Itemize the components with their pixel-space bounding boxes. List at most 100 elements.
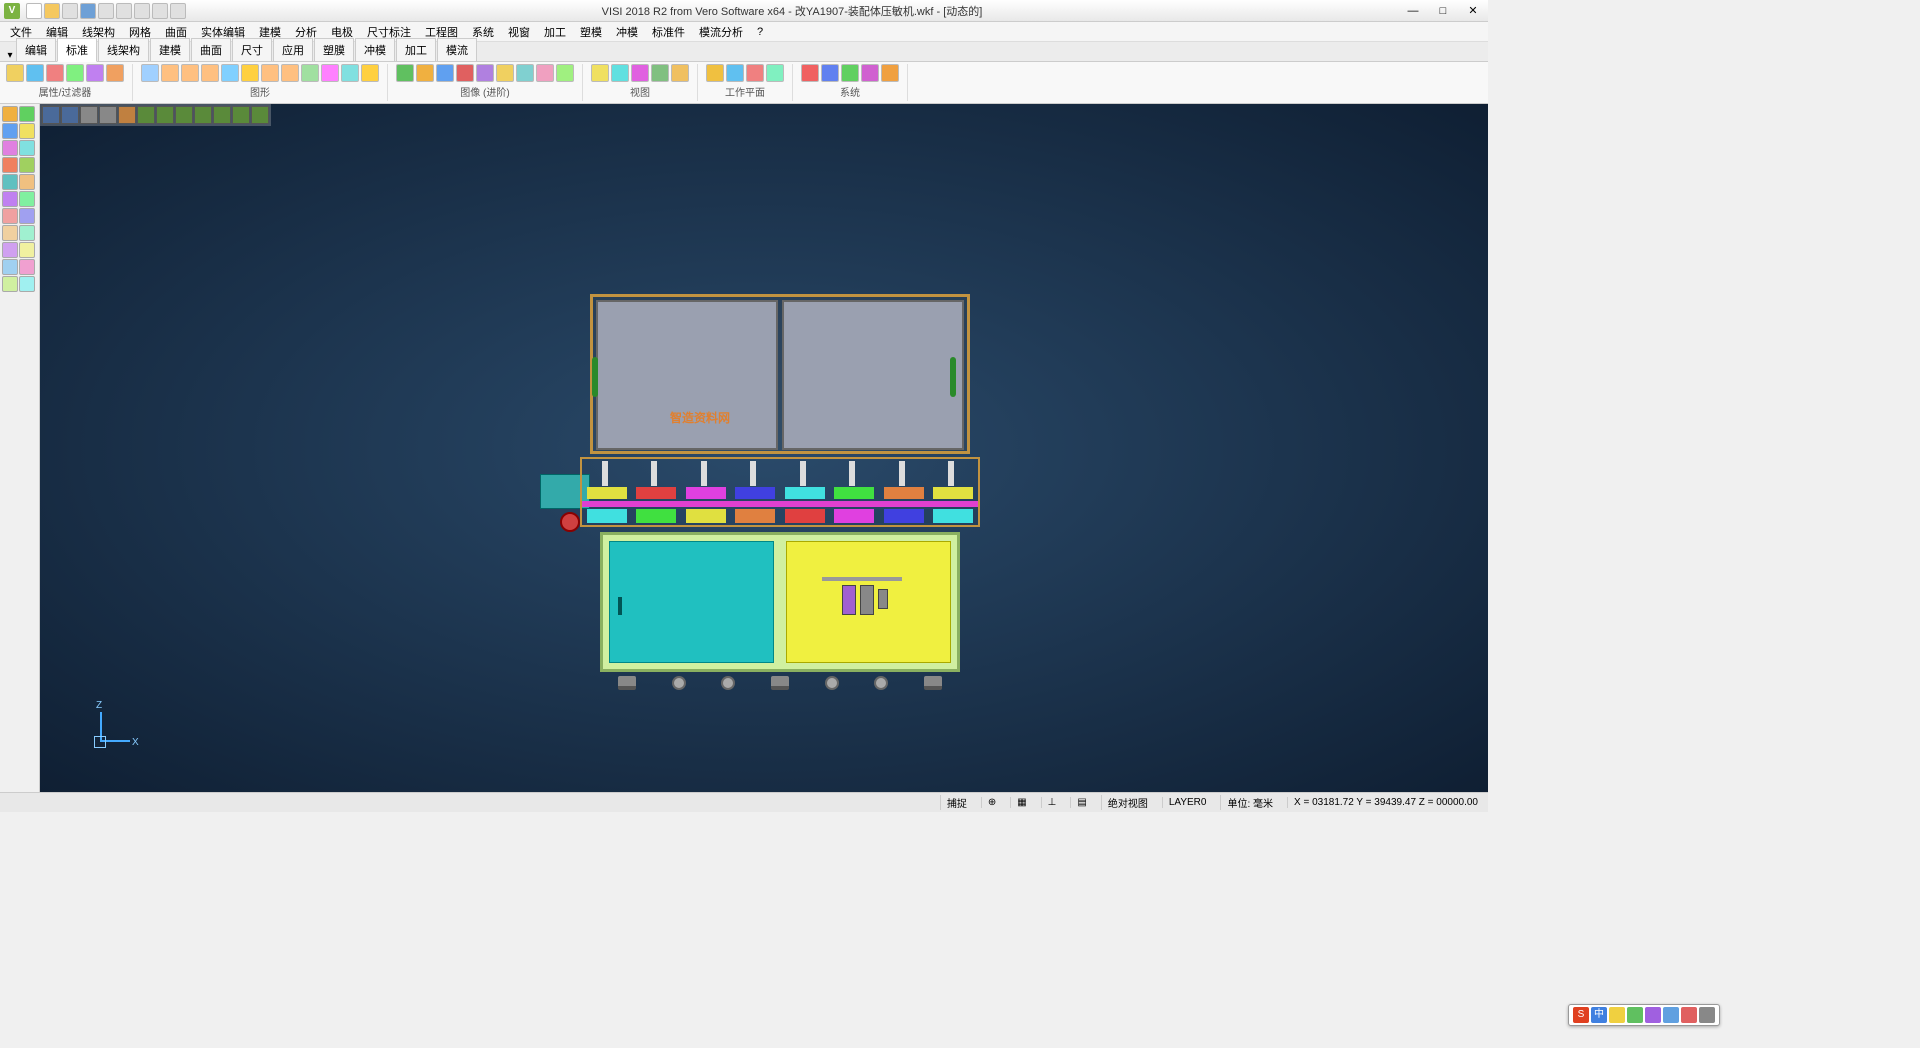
circle-tool-icon[interactable] bbox=[19, 123, 35, 139]
wp-xy-icon[interactable] bbox=[726, 64, 744, 82]
arc-tool-icon[interactable] bbox=[2, 123, 18, 139]
options-icon[interactable] bbox=[841, 64, 859, 82]
image-adv-icon[interactable] bbox=[416, 64, 434, 82]
menu-help[interactable]: ? bbox=[751, 24, 769, 40]
ime-keyboard-icon[interactable] bbox=[1645, 1007, 1661, 1023]
ribbon-tool-icon[interactable] bbox=[301, 64, 319, 82]
scale-tool-icon[interactable] bbox=[2, 242, 18, 258]
image-icon[interactable] bbox=[516, 64, 534, 82]
tab-modeling[interactable]: 建模 bbox=[150, 38, 190, 61]
filter-icon[interactable] bbox=[26, 64, 44, 82]
select-tool-icon[interactable] bbox=[2, 106, 18, 122]
rotate-tool-icon[interactable] bbox=[19, 225, 35, 241]
point-tool-icon[interactable] bbox=[2, 157, 18, 173]
view-cyl-icon[interactable] bbox=[181, 64, 199, 82]
image-icon[interactable] bbox=[436, 64, 454, 82]
shaded-view-icon[interactable] bbox=[80, 106, 98, 124]
tab-edit[interactable]: 编辑 bbox=[16, 38, 56, 61]
image-icon[interactable] bbox=[456, 64, 474, 82]
close-button[interactable]: ✕ bbox=[1458, 1, 1488, 21]
pan-icon[interactable] bbox=[611, 64, 629, 82]
view-cone-icon[interactable] bbox=[201, 64, 219, 82]
config-icon[interactable] bbox=[861, 64, 879, 82]
system-icon[interactable] bbox=[801, 64, 819, 82]
ribbon-tool-icon[interactable] bbox=[341, 64, 359, 82]
ribbon-tool-icon[interactable] bbox=[241, 64, 259, 82]
tab-progressive[interactable]: 冲模 bbox=[355, 38, 395, 61]
settings-icon[interactable] bbox=[821, 64, 839, 82]
chamfer-tool-icon[interactable] bbox=[2, 191, 18, 207]
tab-standard[interactable]: 标准 bbox=[57, 38, 97, 62]
ime-lang-icon[interactable]: 中 bbox=[1591, 1007, 1607, 1023]
menu-flow[interactable]: 模流分析 bbox=[693, 22, 749, 42]
property-icon[interactable] bbox=[6, 64, 24, 82]
tab-expand-icon[interactable]: ▾ bbox=[4, 50, 16, 61]
menu-progressive[interactable]: 冲模 bbox=[610, 22, 644, 42]
wireframe-view-icon[interactable] bbox=[42, 106, 60, 124]
iso-view-icon[interactable] bbox=[118, 106, 136, 124]
status-layer-icon[interactable]: ▤ bbox=[1070, 797, 1092, 808]
ribbon-tool-icon[interactable] bbox=[261, 64, 279, 82]
image-icon[interactable] bbox=[496, 64, 514, 82]
tab-mould[interactable]: 塑膜 bbox=[314, 38, 354, 61]
wp-yz-icon[interactable] bbox=[746, 64, 764, 82]
open-file-button[interactable] bbox=[44, 3, 60, 19]
view-icon[interactable] bbox=[671, 64, 689, 82]
save-button[interactable] bbox=[80, 3, 96, 19]
menu-mould[interactable]: 塑模 bbox=[574, 22, 608, 42]
ime-voice-icon[interactable] bbox=[1627, 1007, 1643, 1023]
help-icon[interactable] bbox=[881, 64, 899, 82]
fit-icon[interactable] bbox=[651, 64, 669, 82]
view-cube-icon[interactable] bbox=[141, 64, 159, 82]
left-view-icon[interactable] bbox=[232, 106, 250, 124]
hidden-view-icon[interactable] bbox=[61, 106, 79, 124]
offset-tool-icon[interactable] bbox=[19, 191, 35, 207]
view-sphere-icon[interactable] bbox=[161, 64, 179, 82]
undo-button[interactable] bbox=[98, 3, 114, 19]
new-file-button[interactable] bbox=[26, 3, 42, 19]
close-file-button[interactable] bbox=[62, 3, 78, 19]
layer-icon[interactable] bbox=[46, 64, 64, 82]
line-tool-icon[interactable] bbox=[19, 106, 35, 122]
tab-surface[interactable]: 曲面 bbox=[191, 38, 231, 61]
bottom-view-icon[interactable] bbox=[213, 106, 231, 124]
image-icon[interactable] bbox=[476, 64, 494, 82]
status-layer[interactable]: LAYER0 bbox=[1162, 797, 1213, 808]
menu-machining[interactable]: 加工 bbox=[538, 22, 572, 42]
tab-wireframe[interactable]: 线架构 bbox=[98, 38, 149, 61]
image-icon[interactable] bbox=[556, 64, 574, 82]
tab-dimension[interactable]: 尺寸 bbox=[232, 38, 272, 61]
custom-view-icon[interactable] bbox=[251, 106, 269, 124]
color-icon[interactable] bbox=[66, 64, 84, 82]
ime-skin-icon[interactable] bbox=[1681, 1007, 1697, 1023]
ime-toolbar[interactable]: S 中 bbox=[1568, 1004, 1720, 1026]
image-icon[interactable] bbox=[536, 64, 554, 82]
move-tool-icon[interactable] bbox=[19, 208, 35, 224]
rect-tool-icon[interactable] bbox=[2, 140, 18, 156]
fillet-tool-icon[interactable] bbox=[19, 174, 35, 190]
workplane-icon[interactable] bbox=[706, 64, 724, 82]
ime-cloud-icon[interactable] bbox=[1663, 1007, 1679, 1023]
status-snap[interactable]: 捕捉 bbox=[940, 795, 973, 810]
import-button[interactable] bbox=[152, 3, 168, 19]
extend-tool-icon[interactable] bbox=[2, 174, 18, 190]
view-box-icon[interactable] bbox=[221, 64, 239, 82]
spline-tool-icon[interactable] bbox=[19, 140, 35, 156]
export-button[interactable] bbox=[170, 3, 186, 19]
ime-settings-icon[interactable] bbox=[1699, 1007, 1715, 1023]
rotate-icon[interactable] bbox=[631, 64, 649, 82]
ime-logo-icon[interactable]: S bbox=[1573, 1007, 1589, 1023]
linetype-icon[interactable] bbox=[86, 64, 104, 82]
minimize-button[interactable]: — bbox=[1398, 1, 1428, 21]
text-tool-icon[interactable] bbox=[19, 259, 35, 275]
ime-emoji-icon[interactable] bbox=[1609, 1007, 1625, 1023]
ribbon-tool-icon[interactable] bbox=[321, 64, 339, 82]
delete-tool-icon[interactable] bbox=[19, 242, 35, 258]
hatch-tool-icon[interactable] bbox=[2, 276, 18, 292]
status-ortho-icon[interactable]: ⊥ bbox=[1041, 797, 1063, 808]
tab-apply[interactable]: 应用 bbox=[273, 38, 313, 61]
maximize-button[interactable]: □ bbox=[1428, 1, 1458, 21]
ribbon-tool-icon[interactable] bbox=[361, 64, 379, 82]
tab-flow[interactable]: 模流 bbox=[437, 38, 477, 61]
wp-xz-icon[interactable] bbox=[766, 64, 784, 82]
